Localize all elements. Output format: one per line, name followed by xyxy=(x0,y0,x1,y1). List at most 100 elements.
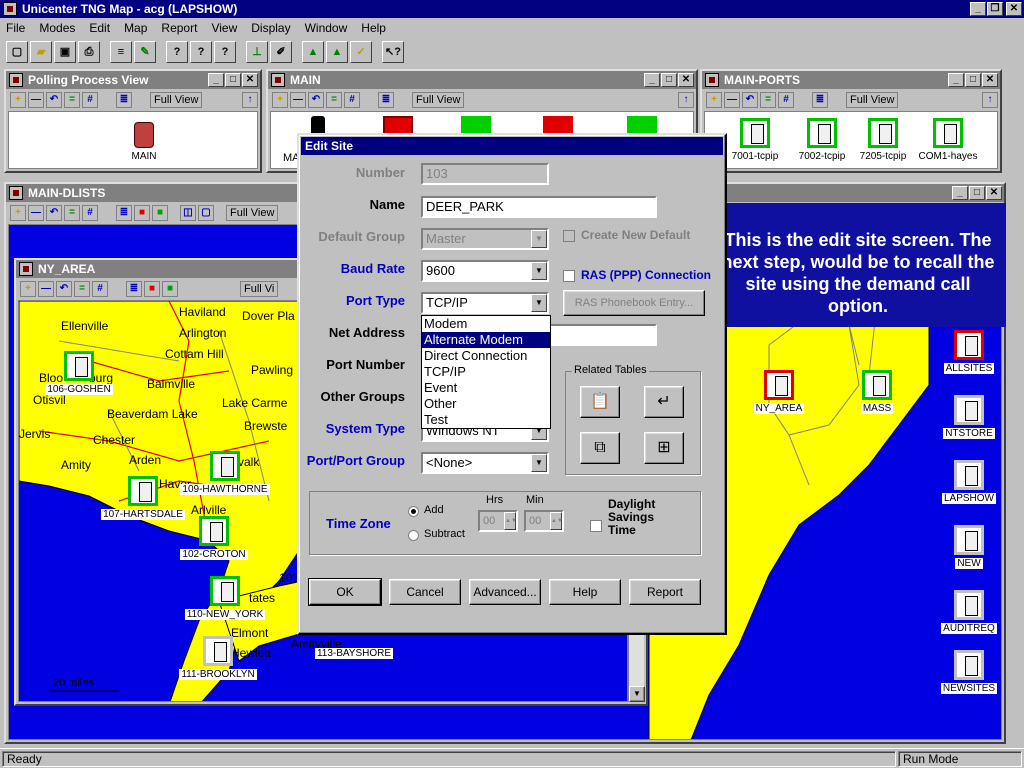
query-a-icon[interactable]: ? xyxy=(190,41,212,63)
daylight-checkbox[interactable] xyxy=(590,520,602,532)
network-table-button[interactable]: ⊞ xyxy=(644,432,684,464)
site-node-hawthorne[interactable]: 109-HAWTHORNE xyxy=(179,451,271,495)
add-radio[interactable] xyxy=(408,506,419,517)
site-node-brooklyn[interactable]: 111-BROOKLYN xyxy=(175,636,261,680)
color-icon[interactable]: ■ xyxy=(152,205,168,221)
dlist-node-allsites[interactable]: ALLSITES xyxy=(929,330,1001,374)
minus-icon[interactable]: — xyxy=(724,92,740,108)
save-icon[interactable]: ▣ xyxy=(54,41,76,63)
full-view-button[interactable]: Full View xyxy=(226,205,279,221)
brush-icon[interactable]: ✐ xyxy=(270,41,292,63)
site-node-goshen[interactable]: 106-GOSHEN xyxy=(39,351,119,395)
dlist-node-lapshow[interactable]: LAPSHOW xyxy=(929,460,1001,504)
maximize-icon[interactable]: □ xyxy=(661,73,677,87)
subtract-radio[interactable] xyxy=(408,530,419,541)
minus-icon[interactable]: — xyxy=(38,281,54,297)
up-arrow-icon[interactable]: ↑ xyxy=(678,92,694,108)
maximize-icon[interactable]: □ xyxy=(965,73,981,87)
site-node-hartsdale[interactable]: 107-HARTSDALE xyxy=(97,476,189,520)
dropdown-option[interactable]: Modem xyxy=(422,316,550,332)
full-view-button[interactable]: Full Vi xyxy=(240,281,279,297)
close-icon[interactable]: ✕ xyxy=(242,73,258,87)
port-node[interactable]: 7001-tcpip xyxy=(725,118,785,162)
grid-icon[interactable]: # xyxy=(344,92,360,108)
new-icon[interactable]: ▢ xyxy=(6,41,28,63)
dlist-node-ntstore[interactable]: NTSTORE xyxy=(929,395,1001,439)
close-icon[interactable]: ✕ xyxy=(678,73,694,87)
port-type-select[interactable]: TCP/IP ▼ xyxy=(421,292,549,314)
minimize-icon[interactable]: _ xyxy=(208,73,224,87)
close-icon[interactable]: ✕ xyxy=(1006,2,1022,16)
undo-icon[interactable]: ↶ xyxy=(46,92,62,108)
palette-icon[interactable]: ■ xyxy=(144,281,160,297)
chevron-down-icon[interactable]: ▼ xyxy=(531,454,547,472)
menu-help[interactable]: Help xyxy=(361,18,386,38)
list-icon[interactable]: ≣ xyxy=(116,92,132,108)
ok-button[interactable]: OK xyxy=(308,578,382,606)
equal-icon[interactable]: = xyxy=(760,92,776,108)
equal-icon[interactable]: = xyxy=(64,92,80,108)
grid-icon[interactable]: # xyxy=(82,205,98,221)
list-icon[interactable]: ≣ xyxy=(812,92,828,108)
equal-icon[interactable]: = xyxy=(74,281,90,297)
name-field[interactable]: DEER_PARK xyxy=(421,196,657,218)
equal-icon[interactable]: = xyxy=(64,205,80,221)
frame-icon[interactable]: ▢ xyxy=(198,205,214,221)
full-view-button[interactable]: Full View xyxy=(412,92,465,108)
palette-icon[interactable]: ■ xyxy=(134,205,150,221)
plus-icon[interactable]: + xyxy=(20,281,36,297)
port-node[interactable]: 7205-tcpip xyxy=(853,118,913,162)
grid-icon[interactable]: # xyxy=(82,92,98,108)
undo-icon[interactable]: ↶ xyxy=(308,92,324,108)
chart-icon[interactable]: ⊥ xyxy=(246,41,268,63)
menu-display[interactable]: Display xyxy=(251,18,290,38)
undo-icon[interactable]: ↶ xyxy=(742,92,758,108)
restore-icon[interactable]: ❐ xyxy=(987,2,1003,16)
menu-edit[interactable]: Edit xyxy=(89,18,110,38)
equal-icon[interactable]: = xyxy=(326,92,342,108)
grid-icon[interactable]: # xyxy=(778,92,794,108)
report-button[interactable]: Report xyxy=(629,579,701,605)
menu-report[interactable]: Report xyxy=(161,18,197,38)
edit-icon[interactable]: ✎ xyxy=(134,41,156,63)
check-icon[interactable]: ✓ xyxy=(350,41,372,63)
minus-icon[interactable]: — xyxy=(290,92,306,108)
dropdown-option[interactable]: Event xyxy=(422,380,550,396)
menu-view[interactable]: View xyxy=(211,18,237,38)
minus-icon[interactable]: — xyxy=(28,205,44,221)
dlist-node-new[interactable]: NEW xyxy=(929,525,1001,569)
context-help-icon[interactable]: ↖? xyxy=(382,41,404,63)
minimize-icon[interactable]: _ xyxy=(644,73,660,87)
plus-icon[interactable]: + xyxy=(272,92,288,108)
site-node-new-york[interactable]: 110-NEW_YORK xyxy=(179,576,271,620)
menu-file[interactable]: File xyxy=(6,18,25,38)
port-node[interactable]: COM1-hayes xyxy=(913,118,983,162)
ras-checkbox[interactable] xyxy=(563,270,575,282)
grid-icon[interactable]: # xyxy=(92,281,108,297)
plus-icon[interactable]: + xyxy=(10,92,26,108)
up-arrow-icon[interactable]: ↑ xyxy=(242,92,258,108)
copy-table-button[interactable]: ⧉ xyxy=(580,432,620,464)
port-node[interactable]: 7002-tcpip xyxy=(792,118,852,162)
minimize-icon[interactable]: _ xyxy=(948,73,964,87)
color-icon[interactable]: ■ xyxy=(162,281,178,297)
full-view-button[interactable]: Full View xyxy=(846,92,899,108)
chevron-down-icon[interactable]: ▼ xyxy=(531,262,547,280)
dlist-node-ny-area[interactable]: NY_AREA xyxy=(739,370,819,414)
list-icon[interactable]: ≣ xyxy=(378,92,394,108)
dlist-node-newsites[interactable]: NEWSITES xyxy=(929,650,1001,694)
triangle-b-icon[interactable]: ▲ xyxy=(326,41,348,63)
advanced-button[interactable]: Advanced... xyxy=(469,579,541,605)
dlist-node-mass[interactable]: MASS xyxy=(837,370,917,414)
close-icon[interactable]: ✕ xyxy=(982,73,998,87)
undo-icon[interactable]: ↶ xyxy=(56,281,72,297)
maximize-icon[interactable]: □ xyxy=(969,186,985,200)
undo-icon[interactable]: ↶ xyxy=(46,205,62,221)
dlist-node-auditreq[interactable]: AUDITREQ xyxy=(929,590,1001,634)
dropdown-option[interactable]: Direct Connection xyxy=(422,348,550,364)
port-group-select[interactable]: <None> ▼ xyxy=(421,452,549,474)
back-arrow-button[interactable]: ↵ xyxy=(644,386,684,418)
full-view-button[interactable]: Full View xyxy=(150,92,203,108)
dropdown-option[interactable]: Test xyxy=(422,412,550,428)
minimize-icon[interactable]: _ xyxy=(970,2,986,16)
